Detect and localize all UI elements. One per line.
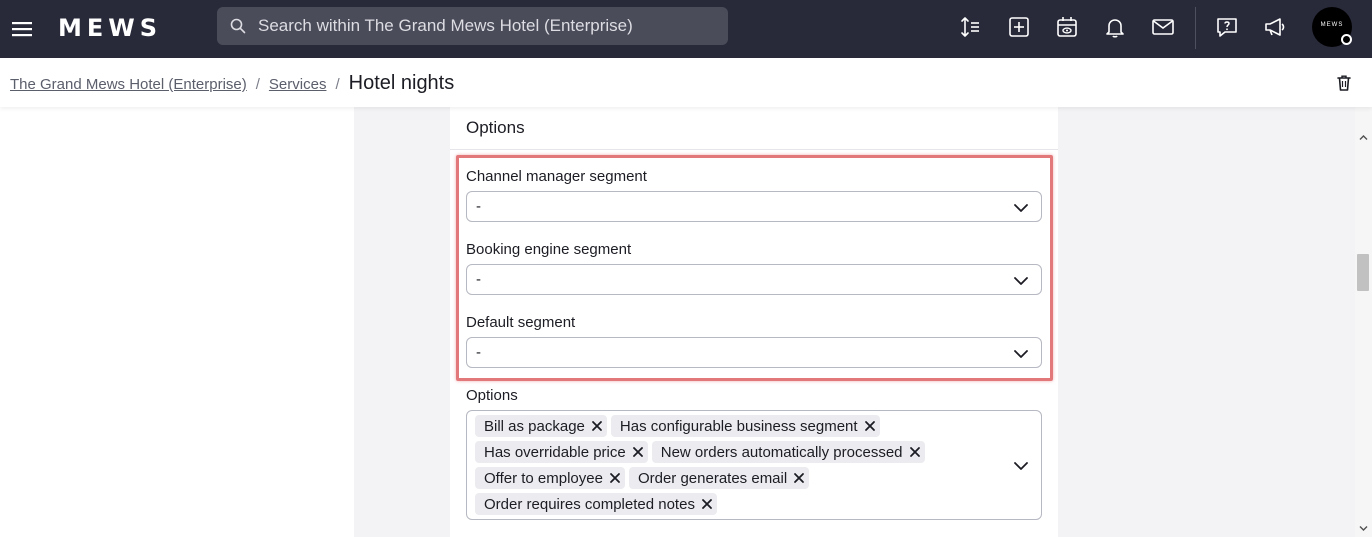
breadcrumb-separator: / xyxy=(335,76,340,93)
booking-engine-segment-label: Booking engine segment xyxy=(466,241,632,258)
breadcrumb: The Grand Mews Hotel (Enterprise) / Serv… xyxy=(10,72,454,95)
close-icon[interactable] xyxy=(591,420,603,432)
search-icon xyxy=(230,18,246,34)
option-chip: Has configurable business segment xyxy=(610,415,880,437)
chip-label: Offer to employee xyxy=(484,469,603,487)
select-value: - xyxy=(476,198,481,215)
status-indicator-icon xyxy=(1341,34,1352,45)
breadcrumb-bar: The Grand Mews Hotel (Enterprise) / Serv… xyxy=(0,58,1372,107)
option-chip: Bill as package xyxy=(475,415,607,437)
chip-label: Order generates email xyxy=(637,469,788,487)
breadcrumb-separator: / xyxy=(255,76,260,93)
booking-engine-segment-select[interactable]: - xyxy=(466,264,1042,295)
select-value: - xyxy=(476,344,481,361)
chip-label: New orders automatically processed xyxy=(660,443,903,461)
option-chip: Has overridable price xyxy=(475,441,648,463)
options-chip-list: Bill as package Has configurable busines… xyxy=(475,415,995,519)
mews-logo[interactable]: MEWS xyxy=(58,14,162,42)
channel-manager-segment-select[interactable]: - xyxy=(466,191,1042,222)
chevron-down-icon xyxy=(1014,277,1028,285)
plus-square-icon[interactable] xyxy=(1007,15,1031,39)
bell-icon[interactable] xyxy=(1103,15,1127,39)
close-icon[interactable] xyxy=(609,472,621,484)
breadcrumb-link-enterprise[interactable]: The Grand Mews Hotel (Enterprise) xyxy=(10,76,247,93)
top-navigation-bar: MEWS Search within The Grand Mews Hotel … xyxy=(0,0,1372,58)
scroll-up-arrow-icon[interactable] xyxy=(1359,133,1368,142)
options-label: Options xyxy=(466,387,518,404)
chevron-down-icon xyxy=(1014,350,1028,358)
search-bar[interactable] xyxy=(217,7,728,45)
chevron-down-icon xyxy=(1014,462,1028,470)
close-icon[interactable] xyxy=(701,498,713,510)
channel-manager-segment-label: Channel manager segment xyxy=(466,168,647,185)
page-title: Hotel nights xyxy=(348,72,455,94)
scroll-down-arrow-icon[interactable] xyxy=(1359,524,1368,533)
topbar-divider xyxy=(1195,7,1196,49)
close-icon[interactable] xyxy=(793,472,805,484)
close-icon[interactable] xyxy=(909,446,921,458)
user-avatar[interactable]: MEWS xyxy=(1312,7,1352,47)
mail-icon[interactable] xyxy=(1151,15,1175,39)
help-chat-icon[interactable] xyxy=(1215,15,1239,39)
chip-label: Order requires completed notes xyxy=(484,495,695,513)
hamburger-menu-icon[interactable] xyxy=(10,17,34,41)
default-segment-select[interactable]: - xyxy=(466,337,1042,368)
select-value: - xyxy=(476,271,481,288)
card-title: Options xyxy=(466,118,525,137)
chip-label: Has overridable price xyxy=(484,443,626,461)
options-multiselect[interactable]: Bill as package Has configurable busines… xyxy=(466,410,1042,520)
trash-icon[interactable] xyxy=(1335,74,1353,92)
page-scrollbar[interactable] xyxy=(1355,107,1372,537)
search-input[interactable] xyxy=(258,7,718,45)
option-chip: Order requires completed notes xyxy=(475,493,717,515)
card-divider xyxy=(450,149,1058,150)
option-chip: New orders automatically processed xyxy=(651,441,925,463)
megaphone-icon[interactable] xyxy=(1263,15,1287,39)
scrollbar-thumb[interactable] xyxy=(1357,254,1369,291)
default-segment-label: Default segment xyxy=(466,314,576,331)
option-chip: Offer to employee xyxy=(475,467,625,489)
option-chip: Order generates email xyxy=(628,467,810,489)
chevron-down-icon xyxy=(1014,204,1028,212)
chip-label: Bill as package xyxy=(484,417,585,435)
sort-lines-icon[interactable] xyxy=(958,15,982,39)
breadcrumb-link-services[interactable]: Services xyxy=(269,76,327,93)
chip-label: Has configurable business segment xyxy=(619,417,858,435)
calendar-view-icon[interactable] xyxy=(1055,15,1079,39)
close-icon[interactable] xyxy=(864,420,876,432)
close-icon[interactable] xyxy=(632,446,644,458)
avatar-logo-text: MEWS xyxy=(1320,22,1344,28)
